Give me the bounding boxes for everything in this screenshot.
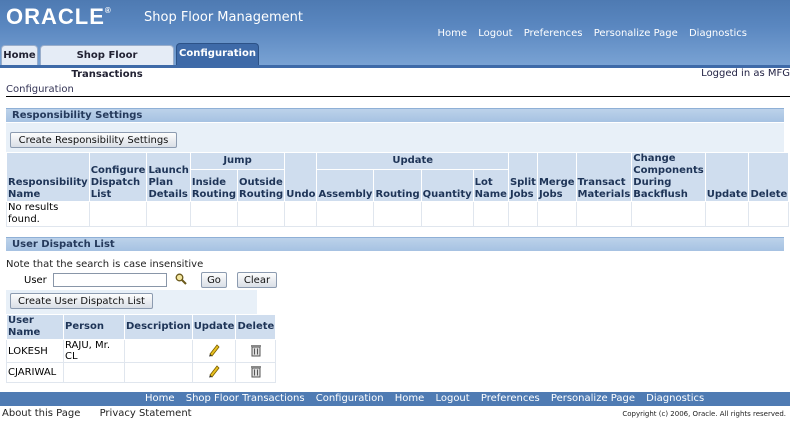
table-row: CJARIWAL xyxy=(6,362,277,383)
global-links: Home Logout Preferences Personalize Page… xyxy=(430,28,747,39)
group-update: Update xyxy=(316,152,509,170)
global-link-home[interactable]: Home xyxy=(438,28,468,39)
global-link-personalize-page[interactable]: Personalize Page xyxy=(594,28,678,39)
global-link-logout[interactable]: Logout xyxy=(478,28,512,39)
oracle-logo: ORACLE® xyxy=(6,4,112,29)
col-inside-routing: Inside Routing xyxy=(189,168,239,203)
col-undo: Undo xyxy=(284,152,318,202)
trash-icon[interactable] xyxy=(249,343,263,357)
col-update: Update xyxy=(191,314,237,340)
footer-link-logout[interactable]: Logout xyxy=(435,393,469,404)
title-divider xyxy=(6,96,790,97)
table-row: LOKESH RAJU, Mr. CL xyxy=(6,339,277,363)
col-quantity: Quantity xyxy=(420,168,474,203)
col-merge-jobs: Merge Jobs xyxy=(536,152,577,202)
cell-user-name: CJARIWAL xyxy=(6,362,64,383)
footer-links: Home Shop Floor Transactions Configurati… xyxy=(145,392,712,406)
col-delete: Delete xyxy=(748,152,790,202)
col-launch-plan-details: Launch Plan Details xyxy=(146,152,191,202)
cell-person xyxy=(63,362,125,383)
col-user-name: User Name xyxy=(6,314,64,340)
page-title: Configuration xyxy=(6,84,74,95)
pencil-icon[interactable] xyxy=(207,364,221,378)
col-routing: Routing xyxy=(373,168,422,203)
search-note: Note that the search is case insensitive xyxy=(6,259,204,270)
tab-configuration[interactable]: Configuration xyxy=(176,43,259,65)
go-button[interactable]: Go xyxy=(201,272,227,288)
footer-link-configuration[interactable]: Configuration xyxy=(316,393,384,404)
col-split-jobs: Split Jobs xyxy=(507,152,538,202)
global-link-preferences[interactable]: Preferences xyxy=(524,28,583,39)
col-responsibility-name: Responsibility Name xyxy=(6,152,90,202)
search-icon[interactable] xyxy=(175,273,187,285)
app-name: Shop Floor Management xyxy=(144,10,303,25)
col-transact-materials: Transact Materials xyxy=(575,152,633,202)
logged-in-text: Logged in as MFG xyxy=(701,68,790,79)
footer-link-diagnostics[interactable]: Diagnostics xyxy=(646,393,704,404)
cell-description xyxy=(124,362,193,383)
user-dispatch-table: User Name Person Description Update Dele… xyxy=(6,314,277,383)
privacy-statement-link[interactable]: Privacy Statement xyxy=(100,408,192,419)
user-search-input[interactable] xyxy=(53,273,167,287)
col-description: Description xyxy=(124,314,193,340)
footer-link-preferences[interactable]: Preferences xyxy=(481,393,540,404)
col-configure-dispatch-list: Configure Dispatch List xyxy=(88,152,148,202)
tab-underline xyxy=(0,65,790,68)
create-responsibility-settings-button[interactable]: Create Responsibility Settings xyxy=(10,132,177,148)
col-update: Update xyxy=(704,152,750,202)
footer-link-shop-floor-transactions[interactable]: Shop Floor Transactions xyxy=(186,393,305,404)
col-change-components: Change Components During Backflush xyxy=(631,152,706,202)
cell-person: RAJU, Mr. CL xyxy=(63,339,125,363)
about-links: About this Page Privacy Statement xyxy=(2,408,208,419)
no-results-text: No results found. xyxy=(6,201,90,227)
cell-description xyxy=(124,339,193,363)
footer-link-personalize-page[interactable]: Personalize Page xyxy=(551,393,635,404)
trash-icon[interactable] xyxy=(249,364,263,378)
tab-home[interactable]: Home xyxy=(1,45,38,65)
col-lot-name: Lot Name xyxy=(472,168,509,203)
footer-link-home-2[interactable]: Home xyxy=(395,393,425,404)
responsibility-table: Responsibility Name Configure Dispatch L… xyxy=(6,152,790,227)
col-person: Person xyxy=(63,314,125,340)
user-dispatch-list-header: User Dispatch List xyxy=(6,237,784,251)
col-assembly: Assembly xyxy=(316,168,375,203)
pencil-icon[interactable] xyxy=(207,343,221,357)
col-delete: Delete xyxy=(235,314,277,340)
global-link-diagnostics[interactable]: Diagnostics xyxy=(689,28,747,39)
responsibility-settings-header: Responsibility Settings xyxy=(6,108,784,122)
cell-user-name: LOKESH xyxy=(6,339,64,363)
clear-button[interactable]: Clear xyxy=(237,272,277,288)
create-user-dispatch-list-button[interactable]: Create User Dispatch List xyxy=(10,293,153,309)
group-jump: Jump xyxy=(189,152,286,170)
copyright: Copyright (c) 2006, Oracle. All rights r… xyxy=(622,410,786,418)
col-outside-routing: Outside Routing xyxy=(237,168,286,203)
tab-shop-floor-transactions[interactable]: Shop Floor Transactions xyxy=(40,45,174,80)
about-this-page-link[interactable]: About this Page xyxy=(2,408,80,419)
user-label: User xyxy=(24,275,47,286)
table-row: No results found. xyxy=(6,201,790,227)
footer-link-home[interactable]: Home xyxy=(145,393,175,404)
